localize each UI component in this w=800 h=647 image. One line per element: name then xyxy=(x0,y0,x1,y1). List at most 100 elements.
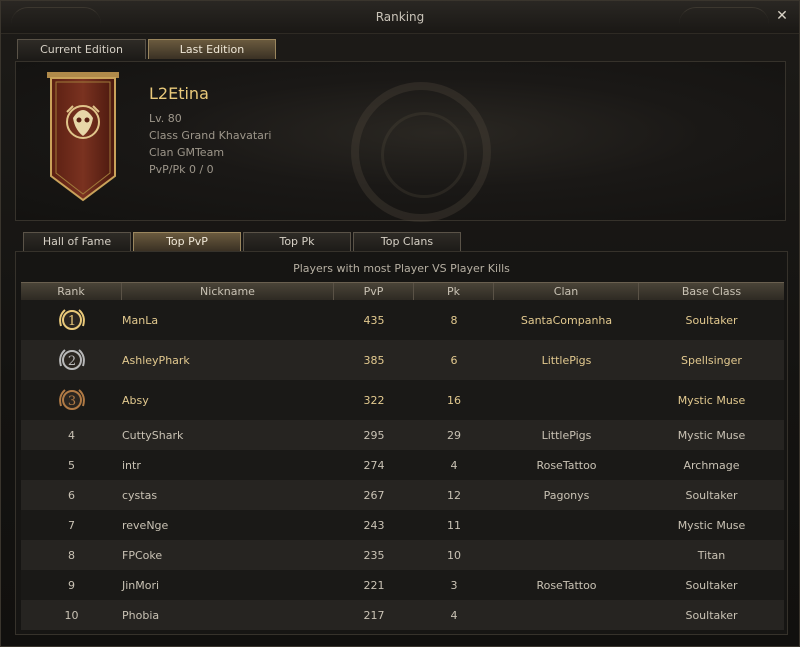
tab-hall-of-fame[interactable]: Hall of Fame xyxy=(23,232,131,251)
cell-nickname: Absy xyxy=(122,393,149,407)
cell-base-class: Soultaker xyxy=(685,313,738,327)
cell-clan xyxy=(494,510,639,540)
cell-rank: 5 xyxy=(68,458,75,472)
clan-banner-icon xyxy=(47,72,119,202)
table-row[interactable]: 5 intr 274 4 RoseTattoo Archmage xyxy=(21,450,784,480)
cell-base-class: Titan xyxy=(697,548,726,562)
tab-top-pk[interactable]: Top Pk xyxy=(243,232,351,251)
cell-pvp: 274 xyxy=(363,458,385,472)
cell-pvp: 435 xyxy=(363,313,385,327)
cell-base-class: Mystic Muse xyxy=(677,428,746,442)
ranking-window: Ranking ✕ Current Edition Last Edition L… xyxy=(0,0,800,647)
table-row[interactable]: 4 CuttyShark 295 29 LittlePigs Mystic Muse xyxy=(21,420,784,450)
cell-pk: 12 xyxy=(447,488,461,502)
cell-rank: 2 xyxy=(21,340,122,380)
header-base-class: Base Class xyxy=(681,285,742,298)
cell-pvp: 295 xyxy=(363,428,385,442)
rank-medal-icon: 2 xyxy=(58,349,85,370)
cell-nickname: CuttyShark xyxy=(122,428,184,442)
cell-pvp: 385 xyxy=(363,353,385,367)
ornament-right xyxy=(679,7,769,24)
cell-clan: Pagonys xyxy=(543,488,590,502)
cell-clan xyxy=(494,380,639,420)
table-caption: Players with most Player VS Player Kills xyxy=(293,262,510,275)
cell-nickname: FPCoke xyxy=(122,548,163,562)
cell-pk: 8 xyxy=(450,313,458,327)
cell-clan: LittlePigs xyxy=(541,353,592,367)
cell-pk: 4 xyxy=(450,608,458,622)
cell-nickname: intr xyxy=(122,458,141,472)
cell-pk: 16 xyxy=(447,393,461,407)
cell-pk: 29 xyxy=(447,428,461,442)
cell-rank: 9 xyxy=(68,578,75,592)
trophy-emblem-icon xyxy=(351,82,491,222)
cell-pvp: 235 xyxy=(363,548,385,562)
table-row[interactable]: 3 Absy 322 16 Mystic Muse xyxy=(21,380,784,420)
cell-base-class: Mystic Muse xyxy=(677,393,746,407)
cell-nickname: ManLa xyxy=(122,313,159,327)
table-row[interactable]: 6 cystas 267 12 Pagonys Soultaker xyxy=(21,480,784,510)
cell-base-class: Mystic Muse xyxy=(677,518,746,532)
cell-nickname: Phobia xyxy=(122,608,160,622)
cell-base-class: Soultaker xyxy=(685,578,738,592)
cell-nickname: AshleyPhark xyxy=(122,353,190,367)
tab-top-clans[interactable]: Top Clans xyxy=(353,232,461,251)
character-pvp-pk: PvP/Pk 0 / 0 xyxy=(149,163,214,176)
cell-base-class: Soultaker xyxy=(685,488,738,502)
cell-base-class: Spellsinger xyxy=(681,353,742,367)
cell-clan: RoseTattoo xyxy=(536,458,597,472)
cell-rank: 10 xyxy=(64,608,79,622)
table-row[interactable]: 2 AshleyPhark 385 6 LittlePigs Spellsinger xyxy=(21,340,784,380)
cell-nickname: reveNge xyxy=(122,518,169,532)
rank-medal-number: 1 xyxy=(67,314,75,329)
cell-rank: 8 xyxy=(68,548,75,562)
cell-pvp: 243 xyxy=(363,518,385,532)
character-name: L2Etina xyxy=(149,84,209,103)
cell-pk: 10 xyxy=(447,548,461,562)
character-clan: Clan GMTeam xyxy=(149,146,225,159)
cell-rank: 7 xyxy=(68,518,75,532)
cell-rank: 4 xyxy=(68,428,75,442)
header-clan: Clan xyxy=(494,283,639,300)
table-row[interactable]: 1 ManLa 435 8 SantaCompanha Soultaker xyxy=(21,300,784,340)
cell-pvp: 221 xyxy=(363,578,385,592)
cell-rank: 1 xyxy=(21,300,122,340)
table-row[interactable]: 7 reveNge 243 11 Mystic Muse xyxy=(21,510,784,540)
cell-clan xyxy=(494,600,639,630)
cell-clan xyxy=(494,540,639,570)
rank-medal-icon: 1 xyxy=(58,309,85,330)
cell-clan: LittlePigs xyxy=(541,428,592,442)
header-pvp: PvP xyxy=(334,283,414,300)
cell-nickname: cystas xyxy=(122,488,158,502)
table-row[interactable]: 10 Phobia 217 4 Soultaker xyxy=(21,600,784,630)
cell-clan: RoseTattoo xyxy=(536,578,597,592)
ranking-table-panel: Players with most Player VS Player Kills… xyxy=(15,251,788,635)
rank-medal-icon: 3 xyxy=(58,389,85,410)
header-rank: Rank xyxy=(21,283,122,300)
character-level: Lv. 80 xyxy=(149,112,182,125)
cell-base-class: Soultaker xyxy=(685,608,738,622)
table-row[interactable]: 9 JinMori 221 3 RoseTattoo Soultaker xyxy=(21,570,784,600)
tab-last-edition[interactable]: Last Edition xyxy=(148,39,276,59)
cell-pk: 11 xyxy=(447,518,461,532)
header-pk: Pk xyxy=(414,283,494,300)
rank-medal-number: 3 xyxy=(67,394,75,409)
player-profile-panel: L2Etina Lv. 80 Class Grand Khavatari Cla… xyxy=(15,61,786,222)
cell-base-class: Archmage xyxy=(683,458,740,472)
table-header: Rank Nickname PvP Pk Clan Base Class xyxy=(21,282,784,301)
cell-clan: SantaCompanha xyxy=(520,313,613,327)
cell-pk: 3 xyxy=(450,578,458,592)
cell-pk: 4 xyxy=(450,458,458,472)
close-icon[interactable]: ✕ xyxy=(775,9,789,23)
cell-rank: 6 xyxy=(68,488,75,502)
cell-nickname: JinMori xyxy=(122,578,160,592)
tab-current-edition[interactable]: Current Edition xyxy=(17,39,146,59)
header-nickname: Nickname xyxy=(122,283,334,300)
cell-pvp: 322 xyxy=(363,393,385,407)
cell-pvp: 217 xyxy=(363,608,385,622)
character-class: Class Grand Khavatari xyxy=(149,129,272,142)
rank-medal-number: 2 xyxy=(67,354,75,369)
tab-top-pvp[interactable]: Top PvP xyxy=(133,232,241,251)
table-row[interactable]: 8 FPCoke 235 10 Titan xyxy=(21,540,784,570)
cell-pvp: 267 xyxy=(363,488,385,502)
